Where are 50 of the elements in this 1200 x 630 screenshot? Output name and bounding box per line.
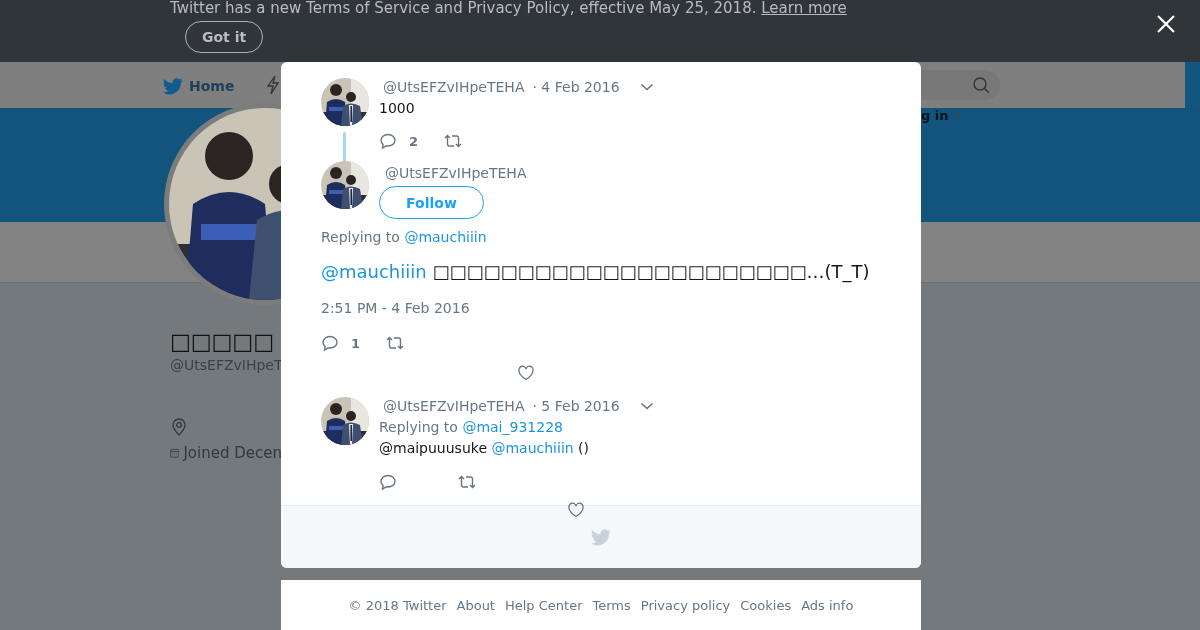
heart-icon[interactable] <box>567 501 585 519</box>
follow-button[interactable]: Follow <box>379 186 484 219</box>
notice-text: Twitter has a new Terms of Service and Privacy Policy, effective May 25, 2018. Learn more <box>170 0 848 18</box>
retweet-icon[interactable] <box>385 334 405 352</box>
user-handle[interactable]: @UtsEFZvIHpeTEHA <box>379 165 527 181</box>
tweet-text: @mauchiiin □□□□□□□□□□□□□□□□□□□□□□…(T_T) <box>321 260 871 285</box>
mention-link[interactable]: @mauchiiin <box>404 229 487 245</box>
joined-date: Joined Decen <box>183 444 282 462</box>
caret-icon <box>952 113 960 118</box>
lightning-icon[interactable] <box>266 75 281 95</box>
footer-link[interactable]: Privacy policy <box>640 597 731 613</box>
user-handle[interactable]: @UtsEFZvIHpeTEHA <box>383 397 525 415</box>
chevron-icon[interactable] <box>639 401 654 411</box>
profile-handle: @UtsEFZvIHpeT <box>170 356 282 374</box>
search-icon[interactable] <box>972 76 990 94</box>
footer-link[interactable]: Terms <box>592 597 631 613</box>
login-link[interactable]: g in <box>921 108 949 123</box>
footer-link[interactable]: Ads info <box>801 597 854 613</box>
learn-more-link[interactable]: Learn more <box>761 0 847 17</box>
reply-count: 1 <box>351 335 362 351</box>
tweet-time: 2:51 PM - 4 Feb 2016 <box>321 300 471 316</box>
mention-link[interactable]: @mai_931228 <box>462 419 563 435</box>
bird-icon <box>591 528 611 546</box>
user-handle[interactable]: @UtsEFZvIHpeTEHA <box>383 78 525 96</box>
reply-icon[interactable] <box>379 132 397 150</box>
footer-link[interactable]: Help Center <box>504 597 583 613</box>
close-icon[interactable] <box>1156 14 1176 34</box>
profile-name: □□□□□ <box>170 328 275 356</box>
retweet-icon[interactable] <box>457 473 477 491</box>
mention-link[interactable]: @mauchiiin <box>321 261 427 282</box>
heart-icon[interactable] <box>517 364 535 382</box>
home-tab[interactable]: Home <box>163 75 235 95</box>
replying-to-text: Replying to @mauchiiin <box>321 228 488 246</box>
tweet-text: @maipuuusuke @mauchiiin () <box>379 439 591 458</box>
footer-link[interactable]: About <box>456 597 495 613</box>
replying-to-text: Replying to @mai_931228 <box>379 418 564 436</box>
bird-icon <box>163 77 183 95</box>
location-pin-icon <box>171 418 187 436</box>
tweet-date: · 5 Feb 2016 <box>532 397 620 415</box>
tweet-date: · 4 Feb 2016 <box>532 78 620 96</box>
tweet-text: 1000 <box>379 99 416 118</box>
reply-icon[interactable] <box>321 334 339 352</box>
reply-count: 2 <box>409 133 420 149</box>
chevron-icon[interactable] <box>639 82 654 92</box>
mention-link[interactable]: @mauchiiin <box>491 440 574 456</box>
copyright-text: © 2018 Twitter <box>348 597 447 613</box>
search-field[interactable] <box>921 70 1000 100</box>
reply-icon[interactable] <box>379 473 397 491</box>
footer-link[interactable]: Cookies <box>740 597 792 613</box>
retweet-icon[interactable] <box>443 132 463 150</box>
